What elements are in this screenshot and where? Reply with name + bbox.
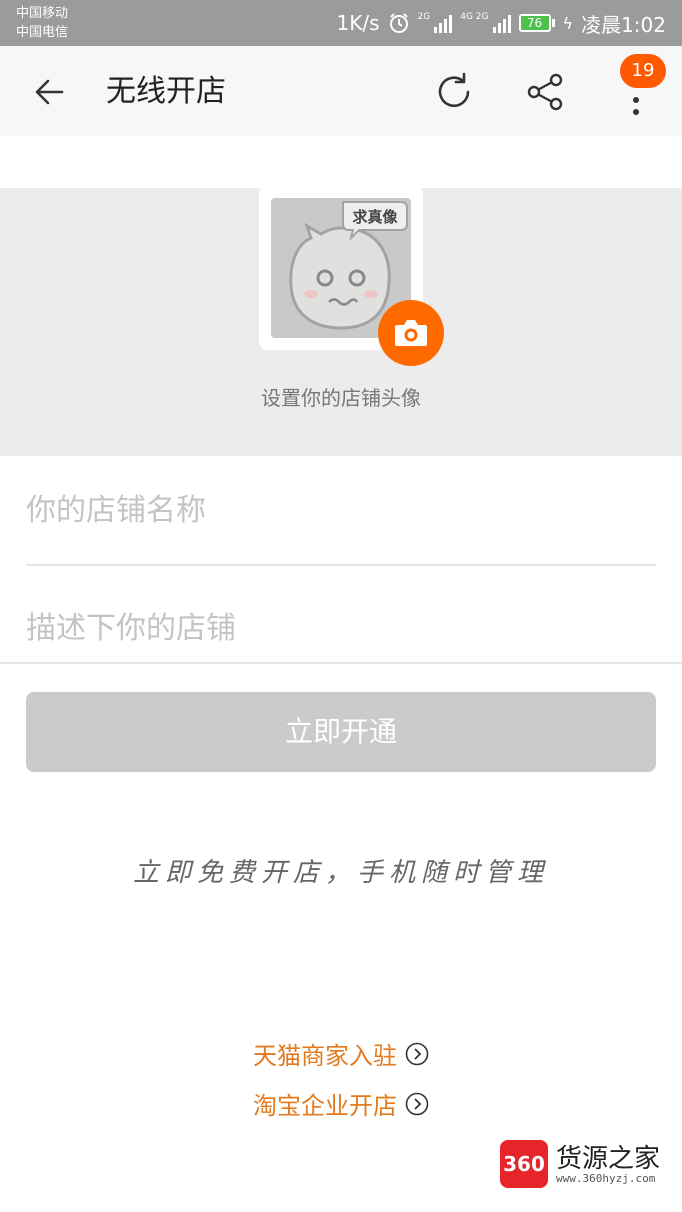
alarm-icon bbox=[389, 13, 408, 33]
network-speed: 1K/s bbox=[336, 11, 380, 35]
camera-button[interactable] bbox=[378, 300, 444, 366]
clock: 凌晨1:02 bbox=[581, 12, 666, 37]
signal-2-icon: 4G 2G bbox=[460, 12, 511, 33]
camera-icon bbox=[395, 320, 427, 346]
carrier-1: 中国移动 bbox=[16, 6, 69, 21]
status-indicators: 1K/s 2G 4G 2G 76 ϟ 凌晨1:02 bbox=[337, 8, 666, 38]
avatar-caption: 设置你的店铺头像 bbox=[261, 386, 421, 410]
open-now-button[interactable]: 立即开通 bbox=[26, 692, 656, 772]
battery-level: 76 bbox=[518, 14, 551, 32]
carrier-info: 中国移动 中国电信 bbox=[16, 4, 68, 42]
tmall-merchant-link[interactable]: 天猫商家入驻 bbox=[0, 1036, 682, 1071]
share-icon[interactable] bbox=[522, 68, 570, 116]
taobao-link-label: 淘宝企业开店 bbox=[253, 1092, 397, 1120]
refresh-icon[interactable] bbox=[430, 68, 478, 116]
signal-1-icon: 2G bbox=[418, 13, 453, 33]
charging-icon: ϟ bbox=[562, 13, 574, 33]
back-arrow-icon[interactable] bbox=[26, 68, 74, 116]
carrier-2: 中国电信 bbox=[16, 25, 69, 40]
slogan-text: 立即免费开店，手机随时管理 bbox=[132, 858, 549, 888]
divider bbox=[26, 564, 656, 566]
taobao-enterprise-link[interactable]: 淘宝企业开店 bbox=[0, 1086, 682, 1121]
status-bar: 中国移动 中国电信 1K/s 2G 4G 2G 76 ϟ 凌晨1:02 bbox=[0, 0, 682, 46]
signal-2-label: 4G 2G bbox=[460, 12, 489, 22]
tmall-link-label: 天猫商家入驻 bbox=[253, 1042, 397, 1070]
notification-badge: 19 bbox=[620, 54, 666, 88]
page-title: 无线开店 bbox=[106, 74, 226, 109]
watermark-url: www.360hyzj.com bbox=[556, 1172, 656, 1185]
watermark-logo: 360 bbox=[500, 1140, 548, 1188]
watermark-title: 货源之家 bbox=[556, 1144, 661, 1174]
shop-name-input[interactable] bbox=[26, 482, 656, 538]
watermark: 360 货源之家 www.360hyzj.com bbox=[500, 1138, 676, 1190]
battery-icon: 76 bbox=[518, 14, 555, 32]
signal-1-label: 2G bbox=[417, 12, 431, 22]
avatar-section: 求真像 设置你的店铺头像 bbox=[0, 186, 682, 456]
app-bar: 无线开店 bbox=[0, 46, 682, 136]
shop-description-input[interactable] bbox=[26, 600, 656, 656]
chevron-right-circle-icon bbox=[405, 1042, 429, 1065]
divider bbox=[0, 662, 682, 664]
chevron-right-circle-icon bbox=[405, 1092, 429, 1115]
speech-bubble-text: 求真像 bbox=[352, 208, 398, 226]
